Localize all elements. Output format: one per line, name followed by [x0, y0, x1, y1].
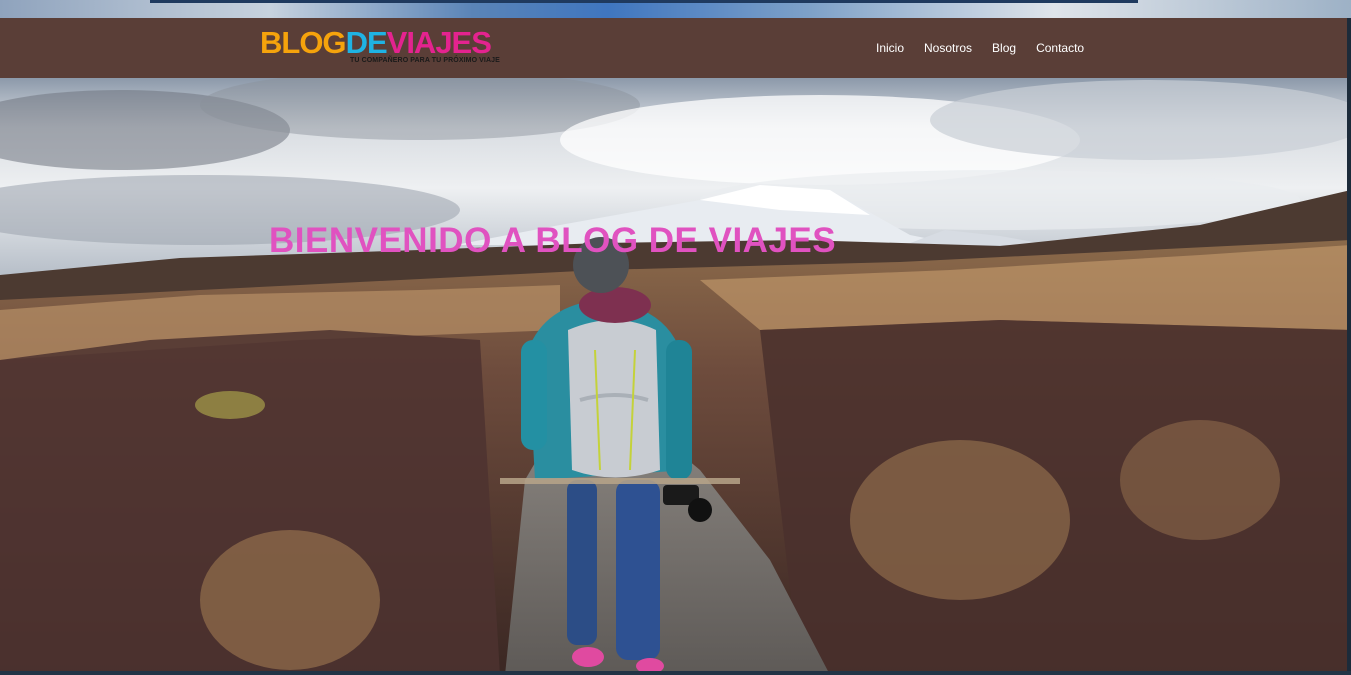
site-header: BLOGDEVIAJES TU COMPAÑERO PARA TU PRÓXIM… [0, 18, 1351, 78]
hero-background-image [0, 0, 1351, 675]
nav-item-nosotros[interactable]: Nosotros [914, 41, 982, 55]
top-strip [0, 0, 1351, 18]
bottom-strip [0, 671, 1351, 675]
main-nav: Inicio Nosotros Blog Contacto [866, 18, 1094, 78]
logo-wordmark: BLOGDEVIAJES [260, 25, 492, 60]
site-logo[interactable]: BLOGDEVIAJES TU COMPAÑERO PARA TU PRÓXIM… [260, 27, 504, 67]
logo-part-de: DE [345, 25, 388, 60]
hero-title: BIENVENIDO A BLOG DE VIAJES [269, 221, 837, 261]
nav-item-inicio[interactable]: Inicio [866, 41, 914, 55]
logo-part-blog: BLOG [260, 25, 347, 60]
logo-part-viajes: VIAJES [386, 25, 492, 60]
logo-tagline: TU COMPAÑERO PARA TU PRÓXIMO VIAJE [350, 57, 500, 64]
nav-item-blog[interactable]: Blog [982, 41, 1026, 55]
page-right-edge [1347, 18, 1351, 675]
hero-landscape-illustration [0, 70, 1351, 675]
page: BLOGDEVIAJES TU COMPAÑERO PARA TU PRÓXIM… [0, 0, 1351, 675]
nav-item-contacto[interactable]: Contacto [1026, 41, 1094, 55]
